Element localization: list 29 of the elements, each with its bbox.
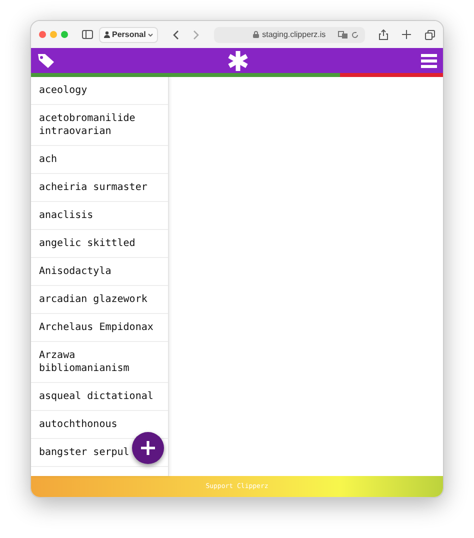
caret-icon — [148, 32, 153, 36]
card-item[interactable]: acheiria surmaster — [31, 174, 168, 202]
new-tab-icon[interactable] — [402, 30, 411, 39]
person-icon — [104, 31, 110, 38]
menu-icon[interactable] — [421, 54, 437, 68]
profile-button[interactable]: Personal — [99, 26, 158, 42]
translate-icon[interactable] — [338, 30, 348, 38]
card-item[interactable]: arcadian glazework — [31, 286, 168, 314]
share-icon[interactable] — [379, 29, 388, 40]
card-item[interactable]: anaclisis — [31, 202, 168, 230]
asterisk-logo — [228, 50, 248, 70]
card-item[interactable]: Archelaus Empidonax — [31, 314, 168, 342]
card-item[interactable]: Anisodactyla — [31, 258, 168, 286]
reload-icon[interactable] — [351, 30, 359, 38]
tag-icon[interactable] — [37, 52, 55, 68]
back-icon[interactable] — [172, 30, 179, 40]
tabs-icon[interactable] — [425, 30, 435, 40]
sidebar-icon[interactable] — [82, 30, 93, 39]
card-item[interactable]: aceology — [31, 77, 168, 105]
card-item[interactable]: ach — [31, 146, 168, 174]
card-item[interactable]: asqueal dictational — [31, 383, 168, 411]
address-field[interactable]: staging.clipperz.is — [214, 26, 365, 42]
plus-icon — [140, 440, 156, 456]
card-item[interactable]: angelic skittled — [31, 230, 168, 258]
window-controls[interactable] — [39, 31, 68, 38]
card-item[interactable]: Arzawa bibliomanianism — [31, 342, 168, 383]
add-button[interactable] — [132, 432, 164, 464]
lock-icon — [253, 31, 260, 38]
card-item[interactable]: acetobromanilide intraovarian — [31, 105, 168, 146]
